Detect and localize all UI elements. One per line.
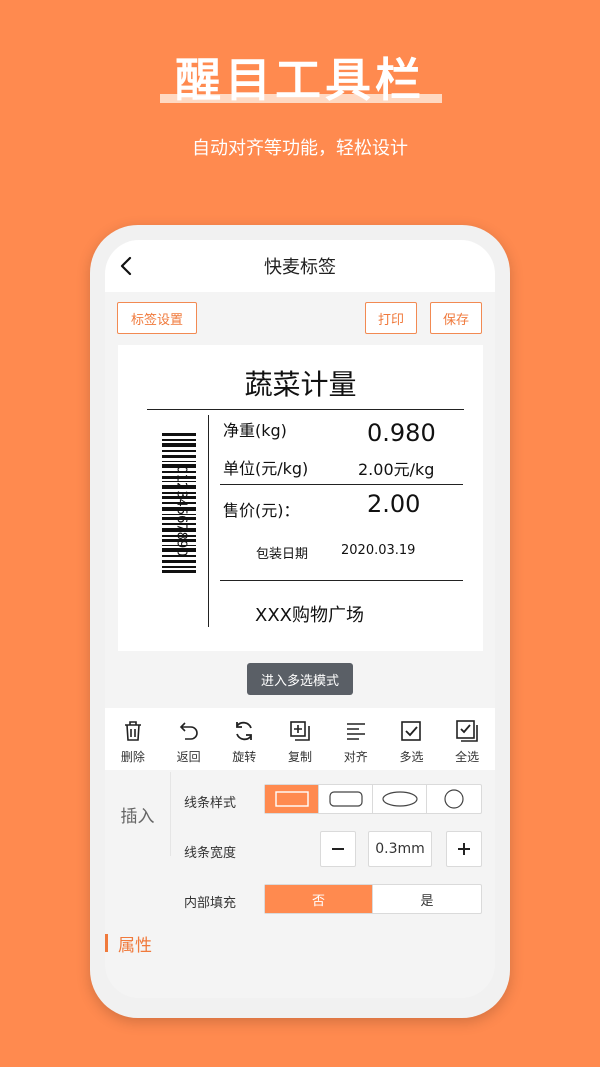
ellipse-shape-icon <box>381 791 418 807</box>
toolbar-copy-label: 复制 <box>288 750 313 764</box>
select-all-icon <box>456 720 478 742</box>
toolbar-multiselect[interactable]: 多选 <box>384 708 440 770</box>
toolbar-select-all-label: 全选 <box>455 750 480 764</box>
tab-attributes-label: 属性 <box>118 935 152 956</box>
toolbar-undo-label: 返回 <box>176 750 201 764</box>
unit-price-value[interactable]: 2.00元/kg <box>358 456 434 480</box>
line-width-decrease-button[interactable] <box>320 831 356 867</box>
align-icon <box>346 723 365 740</box>
price-value[interactable]: 2.00 <box>367 490 420 518</box>
print-button[interactable]: 打印 <box>365 302 417 334</box>
hero-subtitle: 自动对齐等功能，轻松设计 <box>192 138 408 159</box>
fill-option-no[interactable]: 否 <box>265 885 373 913</box>
rectangle-shape-icon <box>274 791 309 807</box>
copy-icon <box>290 721 310 741</box>
hero-title: 醒目工具栏 <box>175 53 425 107</box>
circle-shape-icon <box>444 789 464 809</box>
attributes-active-indicator <box>105 934 108 952</box>
unit-price-label[interactable]: 单位(元/kg) <box>223 455 308 479</box>
toolbar-delete[interactable]: 删除 <box>105 708 161 770</box>
label-divider-vertical[interactable] <box>208 415 209 627</box>
line-style-label: 线条样式 <box>184 796 237 811</box>
toolbar-rotate-label: 旋转 <box>232 750 257 764</box>
trash-icon <box>124 721 141 741</box>
undo-icon <box>179 722 198 740</box>
toolbar-delete-label: 删除 <box>120 750 145 764</box>
line-width-value[interactable]: 0.3mm <box>368 831 432 867</box>
label-title[interactable]: 蔬菜计量 <box>118 363 483 403</box>
properties-panel: 线条样式 线条宽度 0.3mm 内部填充 否 是 <box>171 772 495 922</box>
price-label[interactable]: 售价(元)： <box>223 497 300 521</box>
tab-insert[interactable]: 插入 <box>105 772 171 856</box>
toolbar-select-all[interactable]: 全选 <box>439 708 495 770</box>
save-button[interactable]: 保存 <box>430 302 482 334</box>
line-width-label: 线条宽度 <box>184 846 237 861</box>
toolbar-undo[interactable]: 返回 <box>161 708 217 770</box>
fill-selector: 否 是 <box>264 884 482 914</box>
toolbar-align[interactable]: 对齐 <box>328 708 384 770</box>
toolbar-rotate[interactable]: 旋转 <box>216 708 272 770</box>
line-style-rectangle[interactable] <box>265 785 319 813</box>
enter-multiselect-button[interactable]: 进入多选模式 <box>247 663 353 695</box>
label-divider-bottom[interactable] <box>220 580 463 581</box>
tab-attributes[interactable]: 属性 <box>105 930 152 956</box>
phone-screen: 快麦标签 标签设置 打印 保存 蔬菜计量 01234567890 净重(kg) … <box>105 240 495 998</box>
line-width-increase-button[interactable] <box>446 831 482 867</box>
line-style-rounded-rectangle[interactable] <box>319 785 373 813</box>
label-settings-button[interactable]: 标签设置 <box>117 302 197 334</box>
nav-bar: 快麦标签 <box>105 240 495 292</box>
plus-icon <box>458 843 470 855</box>
net-weight-value[interactable]: 0.980 <box>367 419 436 447</box>
pack-date-value[interactable]: 2020.03.19 <box>341 543 415 558</box>
line-style-selector <box>264 784 482 814</box>
chevron-left-icon[interactable] <box>117 256 137 276</box>
nav-title: 快麦标签 <box>264 257 336 278</box>
minus-icon <box>332 848 344 850</box>
checkbox-icon <box>401 721 422 741</box>
toolbar: 删除 返回 旋转 复制 对齐 多选 全选 <box>105 708 495 770</box>
barcode-number[interactable]: 01234567890 <box>174 466 189 557</box>
store-name[interactable]: XXX购物广场 <box>255 601 364 627</box>
net-weight-label[interactable]: 净重(kg) <box>223 417 287 441</box>
label-divider-top[interactable] <box>147 409 464 410</box>
toolbar-copy[interactable]: 复制 <box>272 708 328 770</box>
toolbar-align-label: 对齐 <box>343 750 368 764</box>
label-canvas[interactable]: 蔬菜计量 01234567890 净重(kg) 0.980 单位(元/kg) 2… <box>118 345 483 651</box>
line-style-circle[interactable] <box>427 785 481 813</box>
line-style-ellipse[interactable] <box>373 785 427 813</box>
pack-date-label[interactable]: 包装日期 <box>256 543 308 562</box>
rounded-rectangle-shape-icon <box>328 791 363 807</box>
rotate-icon <box>236 721 253 741</box>
fill-label: 内部填充 <box>184 896 237 911</box>
label-divider-middle[interactable] <box>220 484 463 485</box>
fill-option-yes[interactable]: 是 <box>373 885 481 913</box>
toolbar-multiselect-label: 多选 <box>399 750 424 764</box>
